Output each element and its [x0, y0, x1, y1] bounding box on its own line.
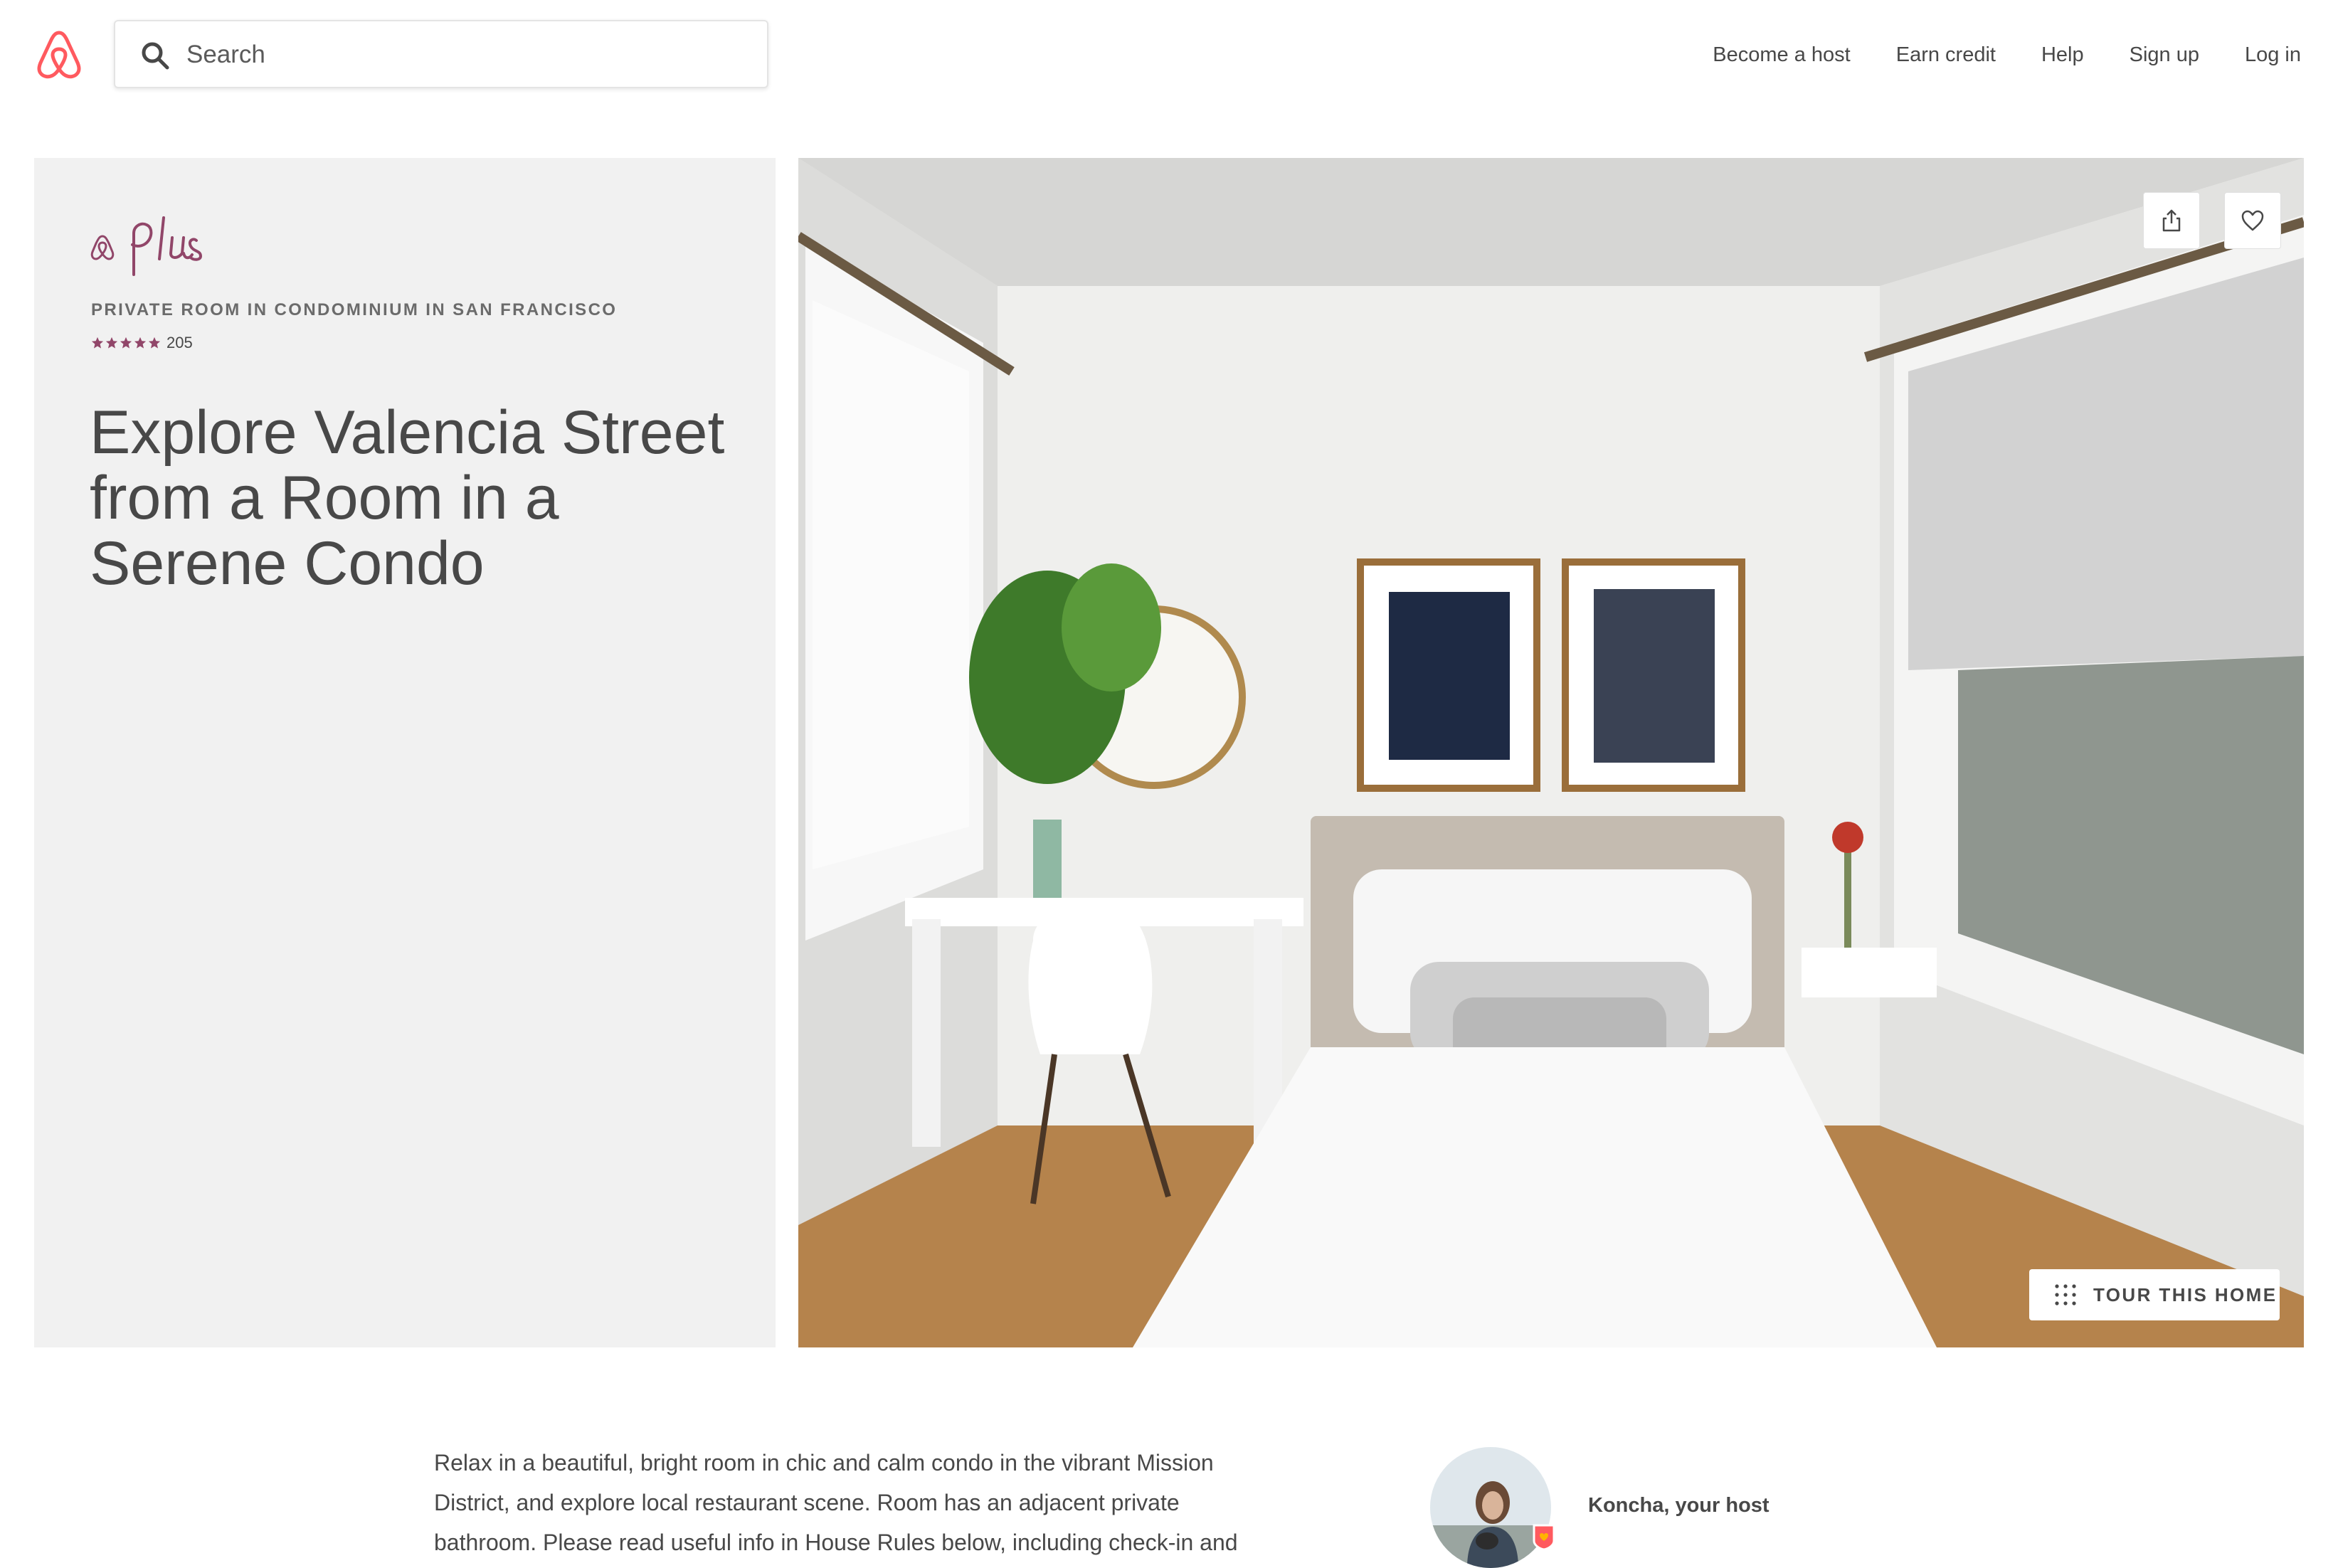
- star-icon: [120, 337, 132, 349]
- become-a-host-link[interactable]: Become a host: [1713, 43, 1850, 67]
- star-icon: [105, 337, 118, 349]
- share-icon: [2162, 209, 2181, 232]
- top-header: Become a host Earn credit Help Sign up L…: [0, 0, 2338, 108]
- listing-title: Explore Valencia Street from a Room in a…: [90, 398, 725, 598]
- star-icon: [91, 337, 104, 349]
- star-rating: [91, 337, 161, 349]
- save-button[interactable]: [2224, 192, 2281, 249]
- star-icon: [148, 337, 161, 349]
- grid-dots-icon: [2055, 1284, 2076, 1305]
- bedroom-photo: [798, 158, 2304, 1347]
- search-input[interactable]: [186, 31, 741, 78]
- header-nav: Become a host Earn credit Help Sign up L…: [1713, 37, 2301, 73]
- listing-description: Relax in a beautiful, bright room in chi…: [434, 1450, 1238, 1555]
- listing-photo[interactable]: TOUR THIS HOME: [798, 158, 2304, 1347]
- heart-icon: [2241, 210, 2264, 231]
- rating[interactable]: 205: [91, 334, 193, 352]
- earn-credit-link[interactable]: Earn credit: [1896, 43, 1996, 67]
- star-icon: [134, 337, 147, 349]
- review-count: 205: [166, 334, 193, 351]
- tour-this-home-button[interactable]: TOUR THIS HOME: [2029, 1269, 2280, 1320]
- listing-summary-panel: PRIVATE ROOM IN CONDOMINIUM IN SAN FRANC…: [34, 158, 776, 1347]
- airbnb-logo-icon[interactable]: [36, 30, 83, 80]
- help-link[interactable]: Help: [2041, 43, 2084, 67]
- sign-up-link[interactable]: Sign up: [2130, 43, 2199, 67]
- airbnb-plus-logo: [90, 216, 202, 276]
- listing-category: PRIVATE ROOM IN CONDOMINIUM IN SAN FRANC…: [91, 300, 618, 319]
- share-button[interactable]: [2143, 192, 2200, 249]
- log-in-link[interactable]: Log in: [2245, 43, 2301, 67]
- superhost-badge-icon: [1533, 1524, 1555, 1551]
- host-name: Koncha, your host: [1588, 1494, 1770, 1517]
- tour-label: TOUR THIS HOME: [2093, 1283, 2278, 1305]
- search-bar[interactable]: [114, 20, 768, 88]
- search-icon: [142, 42, 169, 70]
